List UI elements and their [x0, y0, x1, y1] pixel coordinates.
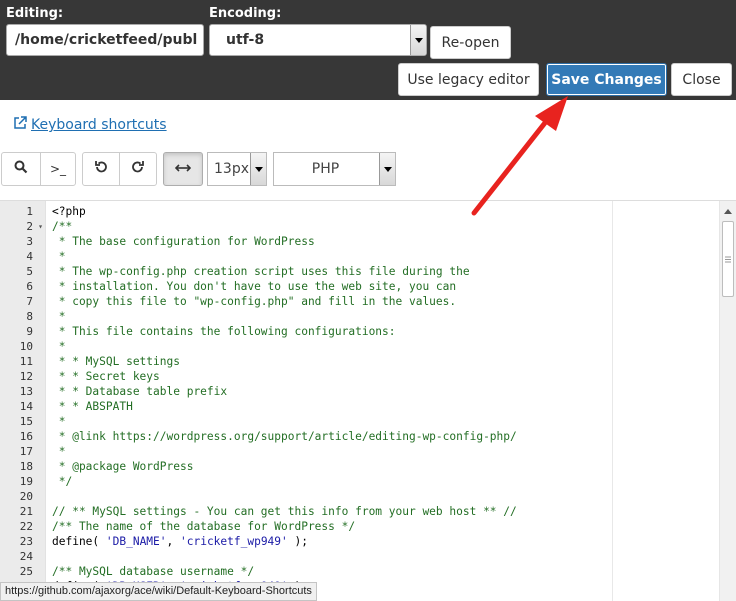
code-line: <?php: [52, 205, 86, 218]
editing-label: Editing:: [6, 6, 64, 21]
code-line: * installation. You don't have to use th…: [52, 280, 457, 293]
code-line: *: [52, 340, 66, 353]
mode-select[interactable]: PHP: [273, 152, 396, 186]
scroll-up-icon[interactable]: [720, 203, 736, 219]
file-path-field[interactable]: /home/cricketfeed/publ: [6, 24, 204, 56]
code-line: *: [52, 415, 66, 428]
line-number: 7: [26, 295, 33, 308]
code-line: define( 'DB_NAME', 'cricketf_wp949' );: [52, 534, 736, 549]
search-button[interactable]: [1, 152, 41, 186]
line-number: 10: [19, 340, 33, 353]
code-token: ,: [166, 535, 180, 548]
code-line: /** MySQL database username */: [52, 565, 255, 578]
code-line: * * Secret keys: [52, 370, 160, 383]
code-line: * @link https://wordpress.org/support/ar…: [52, 430, 517, 443]
line-number: 12: [19, 370, 33, 383]
code-line: * copy this file to "wp-config.php" and …: [52, 295, 457, 308]
code-line: /**: [52, 220, 73, 233]
close-button[interactable]: Close: [671, 63, 732, 96]
line-number: 5: [26, 265, 33, 278]
font-size-value: 13px: [214, 161, 249, 177]
external-link-icon: [13, 116, 27, 134]
line-number: 4: [26, 250, 33, 263]
scrollbar-thumb[interactable]: [722, 221, 734, 297]
code-token: define(: [52, 535, 106, 548]
undo-icon: [94, 160, 108, 178]
chevron-down-icon: [410, 25, 426, 55]
keyboard-shortcuts-link[interactable]: Keyboard shortcuts: [13, 116, 167, 134]
legacy-editor-button[interactable]: Use legacy editor: [398, 63, 539, 96]
code-line: * The base configuration for WordPress: [52, 235, 315, 248]
line-number: 20: [19, 490, 33, 503]
line-number: 24: [19, 550, 33, 563]
line-number: 23: [19, 535, 33, 548]
line-number: 13: [19, 385, 33, 398]
chevron-down-icon: [379, 153, 395, 185]
line-number: 17: [19, 445, 33, 458]
redo-icon: [131, 160, 145, 178]
line-number: 14: [19, 400, 33, 413]
line-number-gutter: 1 2 ▾ 3 4 5 6 7 8 9 10 11 12 13 14 15 16 17 18 19 20 21 22 23 24…: [0, 201, 46, 601]
code-editor[interactable]: 1 2 ▾ 3 4 5 6 7 8 9 10 11 12 13 14 15 16 17 18 19 20 21 22 23 24…: [0, 200, 736, 601]
line-number: 6: [26, 280, 33, 293]
line-number: 2 ▾: [26, 219, 43, 234]
line-number: 8: [26, 310, 33, 323]
wrap-toggle-button[interactable]: [163, 152, 203, 186]
keyboard-shortcuts-label: Keyboard shortcuts: [31, 117, 167, 133]
search-icon: [14, 160, 28, 178]
vertical-scrollbar[interactable]: [719, 201, 736, 601]
wrap-toggle-icon: [174, 161, 192, 177]
code-token: );: [287, 535, 308, 548]
code-line: * This file contains the following confi…: [52, 325, 396, 338]
editor-header: Editing: /home/cricketfeed/publ Encoding…: [0, 0, 736, 100]
line-number: 16: [19, 430, 33, 443]
status-bar-url: https://github.com/ajaxorg/ace/wiki/Defa…: [0, 582, 317, 601]
fold-arrow-icon[interactable]: ▾: [38, 219, 43, 234]
line-number: 15: [19, 415, 33, 428]
line-number: 9: [26, 325, 33, 338]
code-line: *: [52, 250, 66, 263]
font-size-select[interactable]: 13px: [207, 152, 267, 186]
terminal-icon: >_: [49, 162, 67, 176]
line-number: 1: [26, 205, 33, 218]
mode-value: PHP: [311, 161, 340, 177]
line-number: 22: [19, 520, 33, 533]
code-line: * @package WordPress: [52, 460, 194, 473]
line-number: 21: [19, 505, 33, 518]
string-token: 'cricketf_wp949': [180, 535, 288, 548]
code-line: *: [52, 310, 66, 323]
line-number: 18: [19, 460, 33, 473]
code-line: * The wp-config.php creation script uses…: [52, 265, 470, 278]
line-number: 3: [26, 235, 33, 248]
code-line: * * ABSPATH: [52, 400, 133, 413]
terminal-button[interactable]: >_: [40, 152, 76, 186]
undo-button[interactable]: [82, 152, 120, 186]
code-content[interactable]: <?php /** * The base configuration for Wo…: [52, 204, 736, 594]
code-line: */: [52, 475, 73, 488]
encoding-label: Encoding:: [209, 6, 282, 21]
code-line: * * Database table prefix: [52, 385, 228, 398]
line-number: 25: [19, 565, 33, 578]
code-line: *: [52, 445, 66, 458]
code-line: // ** MySQL settings - You can get this …: [52, 505, 517, 518]
encoding-select[interactable]: utf-8: [209, 24, 427, 56]
line-number: 11: [19, 355, 33, 368]
code-line: * * MySQL settings: [52, 355, 180, 368]
chevron-down-icon: [250, 153, 266, 185]
reopen-button[interactable]: Re-open: [430, 26, 511, 59]
redo-button[interactable]: [119, 152, 157, 186]
save-changes-button[interactable]: Save Changes: [546, 63, 667, 96]
string-token: 'DB_NAME': [105, 535, 167, 548]
line-number: 19: [19, 475, 33, 488]
code-line: /** The name of the database for WordPre…: [52, 520, 356, 533]
encoding-value: utf-8: [226, 32, 265, 48]
